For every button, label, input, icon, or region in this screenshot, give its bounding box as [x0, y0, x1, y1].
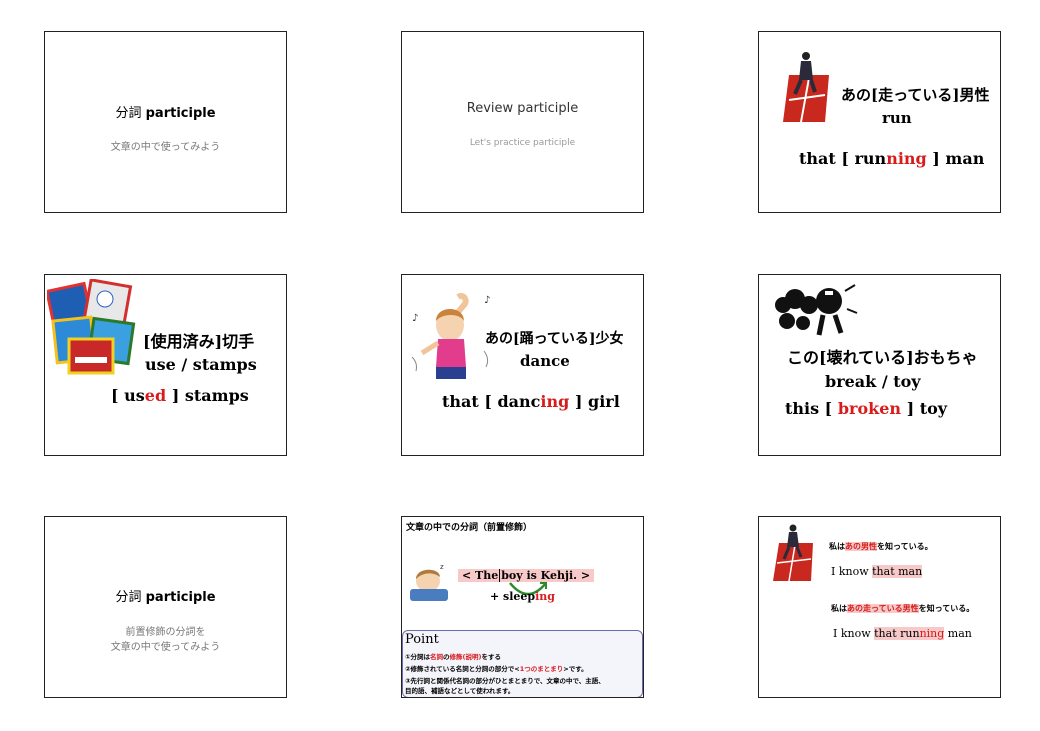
- slide-thumbnail-3[interactable]: あの[走っている]男性 run that [ running ] man: [758, 31, 1001, 213]
- point-box: Point ①分詞は名詞の修飾(説明)をする ②修飾されている名詞と分詞の部分で…: [402, 630, 643, 697]
- slide-thumbnail-1[interactable]: 分詞 participle 文章の中で使ってみよう: [44, 31, 287, 213]
- point-2: ②修飾されている名詞と分詞の部分で<1つのまとまり>です。: [405, 665, 588, 673]
- participle-phrase: this [ broken ] toy: [785, 399, 948, 418]
- added-participle: + sleeping: [490, 590, 555, 603]
- en-sentence-1: I know that man: [831, 565, 923, 578]
- slide-subtitle: 文章の中で使ってみよう: [110, 142, 221, 153]
- svg-text:♪: ♪: [484, 295, 490, 306]
- dancing-girl-image: ♪ ♪: [411, 293, 490, 379]
- running-man-image: [773, 524, 813, 582]
- point-3: ③先行詞と関係代名詞の部分がひとまとまりで、文章の中で、主語、: [405, 677, 605, 685]
- slide-subtitle-line1: 前置修飾の分詞を: [125, 627, 206, 638]
- slide-thumbnail-5[interactable]: ♪ ♪ あの[踊っている]少女 dance that [ dancing ] g…: [401, 274, 644, 456]
- slide-title: Review participle: [466, 101, 579, 116]
- slide-thumbnail-7[interactable]: 分詞 participle 前置修飾の分詞を 文章の中で使ってみよう: [44, 516, 287, 698]
- jp-phrase: あの[走っている]男性: [841, 86, 990, 104]
- jp-phrase: この[壊れている]おもちゃ: [787, 348, 978, 367]
- jp-phrase: あの[踊っている]少女: [485, 331, 624, 347]
- slide-title: 分詞 participle: [115, 590, 216, 605]
- jp-sentence-1: 私はあの男性を知っている。: [829, 542, 933, 551]
- point-4: 目的語、補語などとして使われます。: [405, 687, 515, 695]
- base-words: use / stamps: [145, 355, 257, 374]
- slide-thumbnail-4[interactable]: [使用済み]切手 use / stamps [ used ] stamps: [44, 274, 287, 456]
- participle-phrase: that [ running ] man: [799, 149, 985, 168]
- jp-sentence-2: 私はあの走っている男性を知っている。: [831, 604, 975, 613]
- slide-thumbnail-6[interactable]: この[壊れている]おもちゃ break / toy this [ broken …: [758, 274, 1001, 456]
- base-word: dance: [520, 352, 570, 370]
- slide-thumbnail-2[interactable]: Review participle Let's practice partici…: [401, 31, 644, 213]
- participle-phrase: [ used ] stamps: [111, 386, 249, 405]
- svg-text:♪: ♪: [412, 313, 418, 324]
- broken-toy-image: [775, 284, 858, 336]
- stamps-image: [47, 279, 136, 375]
- base-word: run: [882, 109, 912, 127]
- slide-thumbnail-8[interactable]: 文章の中での分詞（前置修飾） z < The boy is Kehji. > + …: [401, 516, 644, 698]
- running-man-image: [783, 52, 829, 123]
- point-title: Point: [405, 632, 439, 647]
- slide-heading: 文章の中での分詞（前置修飾）: [406, 523, 533, 533]
- slide-title: 分詞 participle: [115, 106, 216, 121]
- sleeping-boy-image: z: [410, 563, 448, 601]
- en-sentence-2: I know that running man: [833, 627, 972, 640]
- participle-phrase: that [ dancing ] girl: [442, 392, 620, 411]
- slide-subtitle-line2: 文章の中で使ってみよう: [110, 642, 221, 653]
- slide-subtitle: Let's practice participle: [469, 138, 576, 148]
- base-words: break / toy: [825, 372, 921, 391]
- jp-phrase: [使用済み]切手: [143, 332, 255, 351]
- point-1: ①分詞は名詞の修飾(説明)をする: [405, 653, 501, 661]
- slide-thumbnail-9[interactable]: 私はあの男性を知っている。 I know that man 私はあの走っている男…: [758, 516, 1001, 698]
- svg-text:z: z: [440, 563, 444, 571]
